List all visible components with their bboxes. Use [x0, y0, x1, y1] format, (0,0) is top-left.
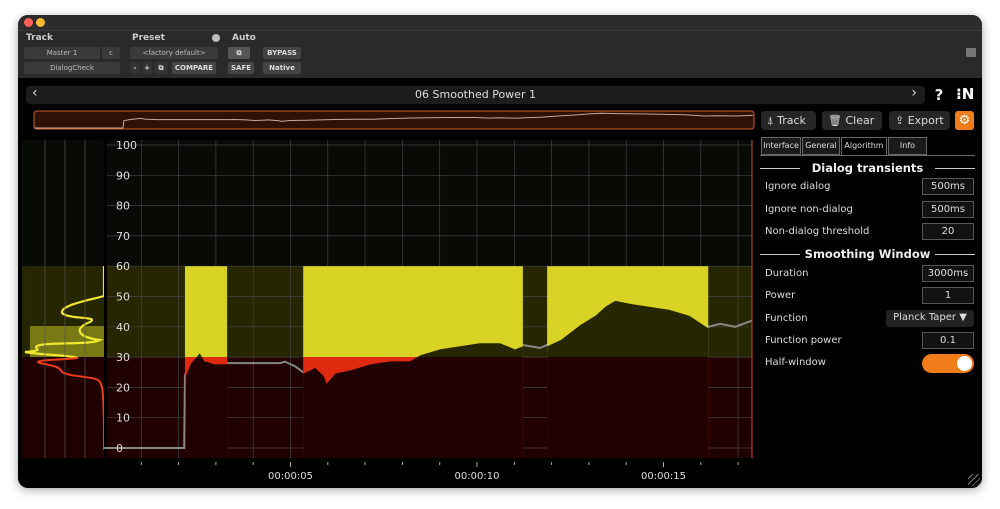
y-tick-label: 90 [116, 169, 130, 182]
y-tick-label: 80 [116, 200, 130, 213]
x-tick-label: 00:00:05 [268, 471, 313, 482]
y-tick-label: 30 [116, 351, 130, 364]
x-tick-label: 00:00:10 [455, 471, 500, 482]
distribution-histogram [22, 140, 106, 458]
dialog-segment [184, 266, 228, 358]
y-tick-label: 0 [116, 442, 123, 455]
band-high [107, 140, 752, 267]
x-tick-label: 00:00:15 [641, 471, 686, 482]
y-tick-label: 100 [116, 139, 137, 152]
y-tick-label: 40 [116, 321, 130, 334]
y-tick-label: 20 [116, 381, 130, 394]
y-tick-label: 10 [116, 412, 130, 425]
power-chart: 0 10 20 30 40 50 60 70 80 90 100 00:00:05 00:00:10 0… [22, 110, 755, 482]
y-tick-label: 70 [116, 230, 130, 243]
y-tick-label: 50 [116, 291, 130, 304]
y-tick-label: 60 [116, 260, 130, 273]
